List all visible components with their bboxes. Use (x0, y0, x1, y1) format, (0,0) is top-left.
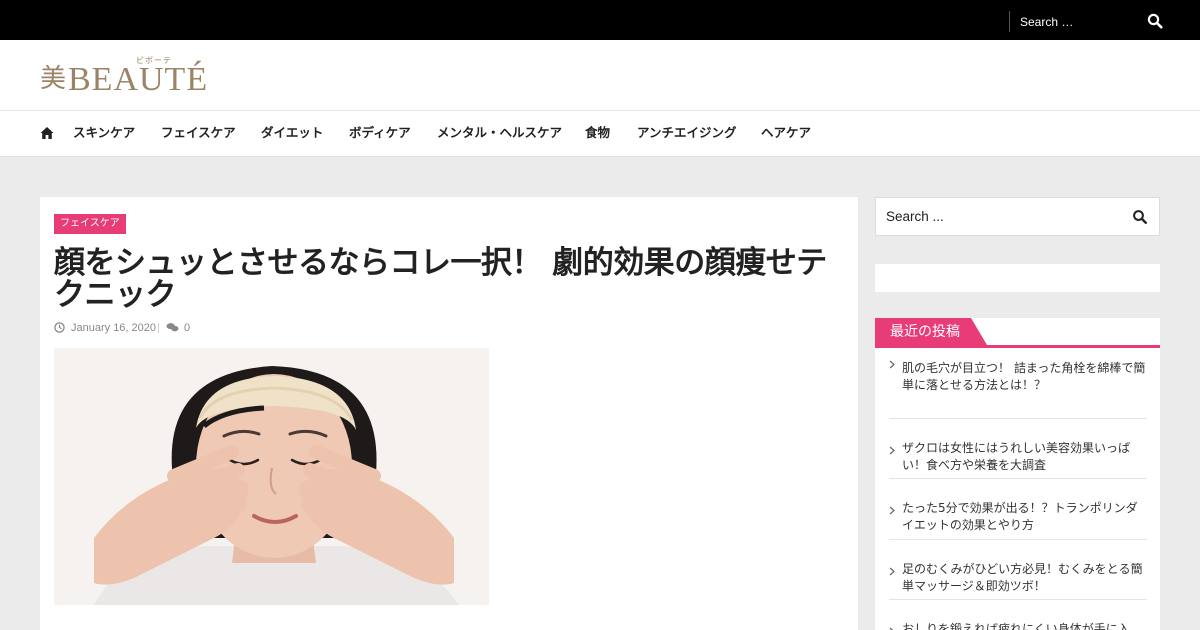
sidebar-widget-empty (875, 264, 1160, 292)
clock-icon (54, 322, 65, 333)
top-bar (0, 0, 1200, 40)
site-logo[interactable]: 美 BEAUTÉ ビボーテ (40, 56, 207, 98)
woman-face-illustration (54, 348, 489, 605)
recent-post-link[interactable]: たった5分で効果が出る！？トランポリンダイエットの効果とやり方 (902, 500, 1147, 534)
site-header: 美 BEAUTÉ ビボーテ (0, 40, 1200, 111)
recent-post-link[interactable]: ザクロは女性にはうれしい美容効果いっぱい！食べ方や栄養を大調査 (902, 440, 1147, 474)
logo-ruby: ビボーテ (136, 56, 172, 65)
nav-item-antiaging[interactable]: アンチエイジング (637, 125, 737, 141)
post-title: 顔をシュッとさせるならコレ一択！ 劇的効果の顔痩せテクニック (54, 245, 827, 313)
list-item[interactable]: おしりを鍛えれば疲れにくい身体が手に入る！今すぐできる超簡単メソッド (889, 600, 1147, 630)
recent-posts-title: 最近の投稿 (890, 324, 960, 340)
logo-kanji: 美 (40, 64, 67, 94)
recent-posts-widget: 最近の投稿 肌の毛穴が目立つ！ 詰まった角栓を綿棒で簡単に落とせる方法とは！？ … (875, 318, 1160, 630)
recent-post-link[interactable]: おしりを鍛えれば疲れにくい身体が手に入る！今すぐできる超簡単メソッド (902, 621, 1147, 630)
main-nav: スキンケア フェイスケア ダイエット ボディケア メンタル・ヘルスケア 食物 ア… (0, 111, 1200, 157)
nav-item-haircare[interactable]: ヘアケア (761, 125, 811, 141)
featured-image (54, 348, 489, 605)
list-item[interactable]: ザクロは女性にはうれしい美容効果いっぱい！食べ方や栄養を大調査 (889, 419, 1147, 479)
nav-item-food[interactable]: 食物 (585, 125, 610, 141)
nav-item-mental-healthcare[interactable]: メンタル・ヘルスケア (437, 125, 562, 141)
list-item[interactable]: 足のむくみがひどい方必見！むくみをとる簡単マッサージ＆即効ツボ！ (889, 540, 1147, 600)
top-search-form[interactable] (1009, 11, 1169, 32)
home-icon[interactable] (40, 126, 54, 140)
search-icon[interactable] (1132, 209, 1148, 225)
meta-divider: | (157, 322, 160, 334)
sidebar-search-form[interactable] (875, 197, 1160, 236)
nav-item-bodycare[interactable]: ボディケア (349, 125, 411, 141)
list-item[interactable]: 肌の毛穴が目立つ！ 詰まった角栓を綿棒で簡単に落とせる方法とは！？ (889, 358, 1147, 419)
top-search-input[interactable] (1020, 13, 1135, 30)
nav-item-skincare[interactable]: スキンケア (73, 125, 135, 141)
recent-post-link[interactable]: 肌の毛穴が目立つ！ 詰まった角栓を綿棒で簡単に落とせる方法とは！？ (902, 360, 1147, 394)
list-item[interactable]: たった5分で効果が出る！？トランポリンダイエットの効果とやり方 (889, 479, 1147, 540)
logo-text: BEAUTÉ (68, 61, 209, 98)
recent-posts-list: 肌の毛穴が目立つ！ 詰まった角栓を綿棒で簡単に落とせる方法とは！？ ザクロは女性… (889, 358, 1147, 630)
sidebar-search-input[interactable] (886, 207, 1106, 226)
nav-item-diet[interactable]: ダイエット (261, 125, 323, 141)
search-icon[interactable] (1147, 13, 1163, 29)
chevron-right-icon (889, 506, 895, 515)
post-date[interactable]: January 16, 2020 (71, 321, 156, 335)
chevron-right-icon (889, 360, 895, 369)
category-badge[interactable]: フェイスケア (54, 214, 126, 234)
comments-icon (166, 323, 179, 332)
chevron-right-icon (889, 446, 895, 454)
recent-post-link[interactable]: 足のむくみがひどい方必見！むくみをとる簡単マッサージ＆即効ツボ！ (902, 561, 1147, 595)
comment-count[interactable]: 0 (184, 321, 190, 335)
article-card: フェイスケア 顔をシュッとさせるならコレ一択！ 劇的効果の顔痩せテクニック Ja… (40, 197, 858, 630)
nav-item-facecare[interactable]: フェイスケア (161, 125, 236, 141)
chevron-right-icon (889, 567, 895, 575)
recent-posts-header: 最近の投稿 (875, 318, 1160, 348)
